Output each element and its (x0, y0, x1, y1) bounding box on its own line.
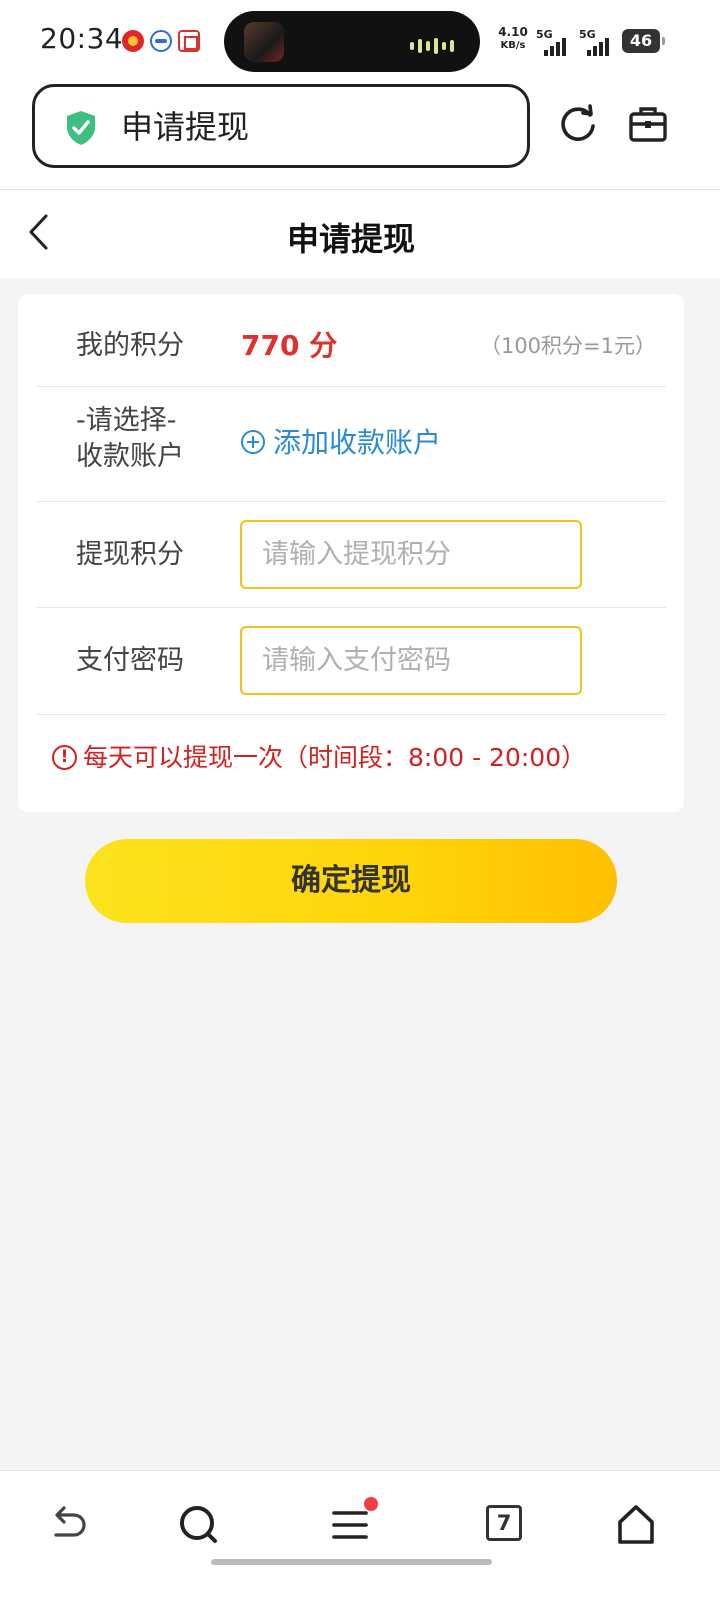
home-icon[interactable] (612, 1501, 660, 1549)
audio-wave-icon (410, 35, 458, 54)
menu-icon[interactable] (326, 1497, 378, 1549)
add-circle-icon (241, 430, 265, 454)
amount-label: 提现积分 (76, 539, 184, 570)
status-bar: 20:34 4.10 KB/s 5G 5G 46 (0, 0, 720, 84)
password-row: 支付密码 (36, 608, 666, 715)
confirm-withdraw-button[interactable]: 确定提现 (85, 839, 617, 923)
page: 20:34 4.10 KB/s 5G 5G 46 申请提现 申请提现 我的积分 … (0, 0, 720, 1608)
tabs-button[interactable]: 7 (482, 1501, 530, 1549)
battery-icon: 46 (622, 29, 665, 53)
page-title: 申请提现 (286, 220, 415, 258)
browser-toolbar: 申请提现 (0, 84, 720, 190)
address-bar-title: 申请提现 (121, 108, 250, 146)
payment-password-input[interactable] (240, 626, 582, 695)
account-label: -请选择- 收款账户 (76, 405, 184, 472)
undo-back-icon[interactable] (44, 1501, 92, 1549)
withdraw-points-input[interactable] (240, 520, 582, 589)
media-thumbnail (244, 22, 284, 62)
notification-app-icon (122, 30, 144, 52)
tab-count: 7 (486, 1505, 522, 1541)
network-speed: 4.10 KB/s (498, 25, 528, 52)
home-indicator (211, 1559, 492, 1565)
notification-app-icon (178, 30, 200, 52)
address-bar[interactable]: 申请提现 (32, 84, 530, 168)
signal-icon: 5G (536, 28, 576, 56)
notification-dot (364, 1497, 378, 1511)
shield-check-icon (67, 111, 95, 145)
points-value: 770 分 (241, 329, 338, 362)
points-rate: （100积分=1元） (479, 334, 656, 358)
points-row: 我的积分 770 分 （100积分=1元） (36, 294, 666, 387)
browser-bottom-nav: 7 (0, 1470, 720, 1608)
toolbox-icon[interactable] (626, 102, 670, 146)
page-header: 申请提现 (0, 190, 720, 278)
password-label: 支付密码 (76, 645, 184, 676)
account-row: -请选择- 收款账户 添加收款账户 (36, 387, 666, 502)
points-label: 我的积分 (76, 330, 184, 361)
notification-app-icon (150, 30, 172, 52)
reload-icon[interactable] (556, 102, 600, 146)
warning-icon: ! (52, 744, 77, 770)
search-icon[interactable] (175, 1501, 223, 1549)
withdraw-notice: ! 每天可以提现一次（时间段：8:00 - 20:00） (52, 740, 586, 776)
amount-row: 提现积分 (36, 502, 666, 608)
dynamic-island[interactable] (224, 11, 480, 72)
withdraw-form-card: 我的积分 770 分 （100积分=1元） -请选择- 收款账户 添加收款账户 … (18, 294, 684, 812)
add-account-link[interactable]: 添加收款账户 (241, 425, 441, 461)
signal-icon: 5G (579, 28, 619, 56)
status-time: 20:34 (40, 22, 124, 55)
